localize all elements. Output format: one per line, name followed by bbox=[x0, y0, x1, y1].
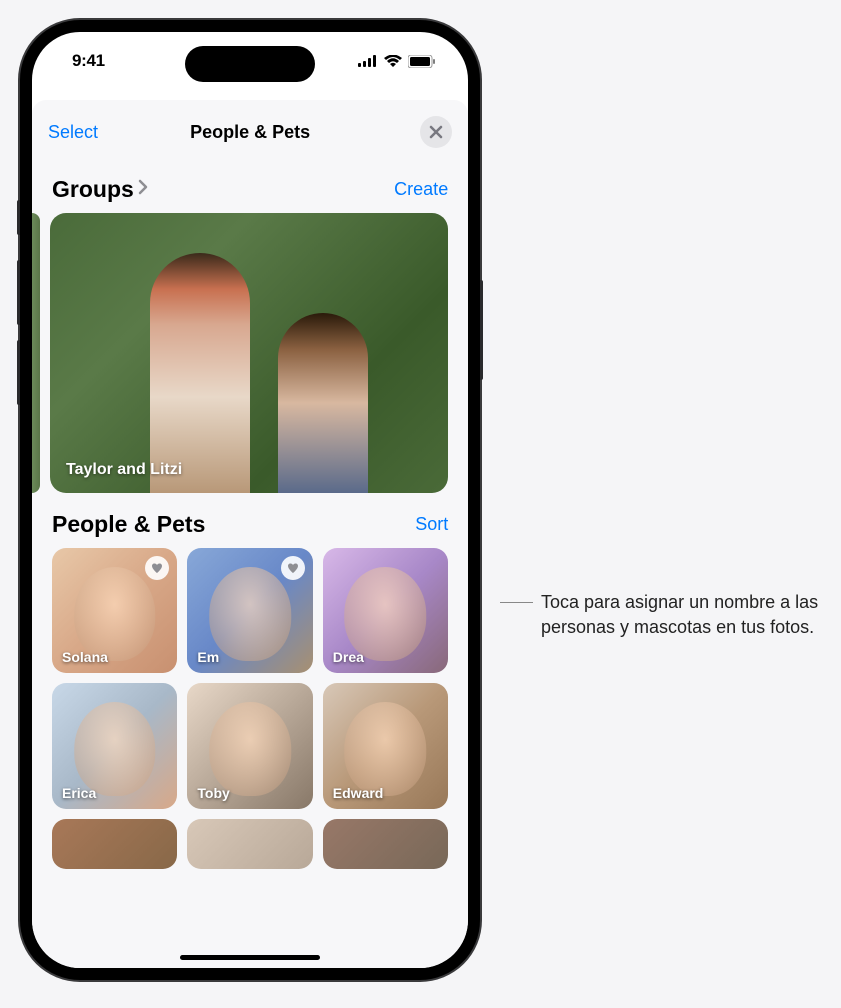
select-button[interactable]: Select bbox=[48, 122, 98, 143]
chevron-right-icon bbox=[138, 179, 148, 200]
volume-up-button bbox=[17, 260, 20, 325]
person-card-partial[interactable] bbox=[52, 819, 177, 869]
people-pets-section-header: People & Pets Sort bbox=[32, 493, 468, 548]
page-title: People & Pets bbox=[190, 122, 310, 143]
heart-icon bbox=[151, 563, 163, 574]
person-name-label: Erica bbox=[62, 785, 96, 801]
group-card[interactable]: Taylor and Litzi bbox=[50, 213, 448, 493]
callout-annotation: Toca para asignar un nombre a las person… bbox=[500, 590, 821, 640]
person-card-erica[interactable]: Erica bbox=[52, 683, 177, 808]
person-image bbox=[74, 702, 156, 796]
groups-section-header: Groups Create bbox=[32, 158, 468, 213]
pet-image bbox=[209, 702, 291, 796]
group-card-label: Taylor and Litzi bbox=[66, 461, 182, 479]
person-image bbox=[74, 567, 156, 661]
cellular-signal-icon bbox=[358, 55, 378, 67]
person-card-toby[interactable]: Toby bbox=[187, 683, 312, 808]
power-button bbox=[480, 280, 483, 380]
phone-screen: 9:41 bbox=[32, 32, 468, 968]
dynamic-island bbox=[185, 46, 315, 82]
person-image bbox=[209, 567, 291, 661]
person-image bbox=[345, 702, 427, 796]
groups-carousel[interactable]: Taylor and Litzi bbox=[32, 213, 468, 493]
person-card-drea[interactable]: Drea bbox=[323, 548, 448, 673]
person-name-label: Edward bbox=[333, 785, 384, 801]
wifi-icon bbox=[384, 55, 402, 67]
close-button[interactable] bbox=[420, 116, 452, 148]
group-card-previous-peek[interactable] bbox=[32, 213, 40, 493]
favorite-badge bbox=[281, 556, 305, 580]
close-icon bbox=[429, 125, 443, 139]
silence-switch bbox=[17, 200, 20, 235]
sort-button[interactable]: Sort bbox=[415, 514, 448, 535]
phone-frame: 9:41 bbox=[20, 20, 480, 980]
person-name-label: Toby bbox=[197, 785, 229, 801]
person-card-solana[interactable]: Solana bbox=[52, 548, 177, 673]
person-card-partial[interactable] bbox=[187, 819, 312, 869]
person-card-partial[interactable] bbox=[323, 819, 448, 869]
callout-line bbox=[500, 602, 533, 603]
people-grid: Solana Em Drea Erica bbox=[32, 548, 468, 869]
volume-down-button bbox=[17, 340, 20, 405]
main-content: Select People & Pets Groups bbox=[32, 100, 468, 968]
heart-icon bbox=[287, 563, 299, 574]
favorite-badge bbox=[145, 556, 169, 580]
group-card-image bbox=[50, 213, 448, 493]
status-time: 9:41 bbox=[72, 51, 105, 71]
person-name-label: Drea bbox=[333, 649, 364, 665]
create-group-button[interactable]: Create bbox=[394, 179, 448, 200]
nav-bar: Select People & Pets bbox=[32, 100, 468, 158]
battery-icon bbox=[408, 55, 436, 68]
person-card-edward[interactable]: Edward bbox=[323, 683, 448, 808]
groups-title[interactable]: Groups bbox=[52, 176, 148, 203]
status-icons bbox=[358, 55, 436, 68]
person-card-em[interactable]: Em bbox=[187, 548, 312, 673]
groups-title-label: Groups bbox=[52, 176, 134, 203]
person-name-label: Solana bbox=[62, 649, 108, 665]
people-pets-title: People & Pets bbox=[52, 511, 205, 538]
callout-text: Toca para asignar un nombre a las person… bbox=[541, 590, 821, 640]
person-name-label: Em bbox=[197, 649, 219, 665]
home-indicator[interactable] bbox=[180, 955, 320, 960]
person-image bbox=[345, 567, 427, 661]
